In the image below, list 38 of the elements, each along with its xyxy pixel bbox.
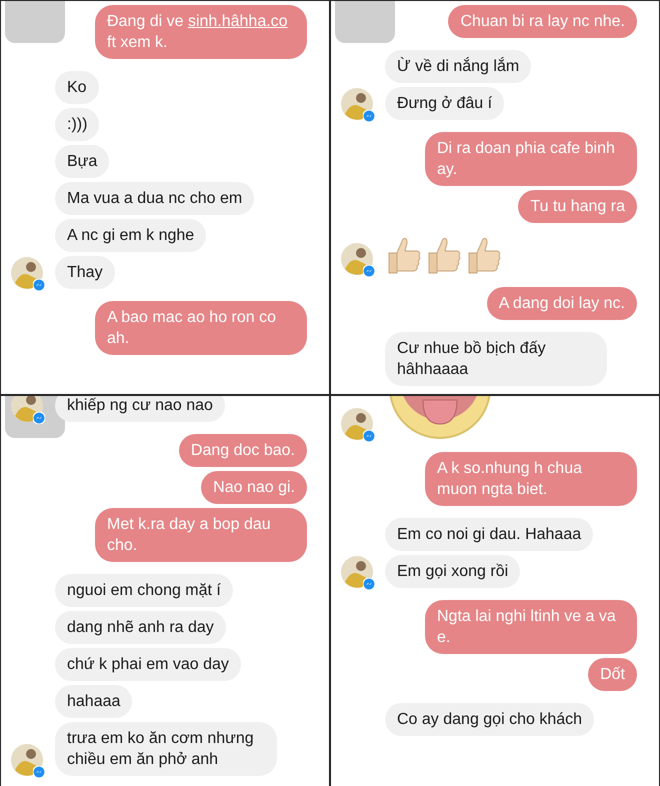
message-bubble: chứ k phai em vao day (55, 648, 241, 681)
message-bubble: Đưng ở đâu í (385, 87, 504, 120)
message-bubble: Dang doc bao. (178, 434, 307, 467)
message-bubble: Bựa (55, 145, 110, 178)
message-bubble: Ma vua a dua nc cho em (55, 182, 254, 215)
message-bubble: Thay (55, 256, 115, 289)
message-bubble: nguoi em chong mặt í (55, 574, 233, 607)
messenger-badge-icon (33, 412, 45, 424)
message-bubble: Tu tu hang ra (518, 190, 637, 223)
message-bubble: Đang di ve sinh.hâhha.co ft xem k. (95, 5, 307, 59)
message-bubble: Em co noi gi dau. Hahaaa (385, 518, 594, 551)
message-bubble: Dốt (588, 658, 637, 691)
message-bubble: Em gọi xong rồi (385, 555, 520, 588)
messenger-badge-icon (363, 265, 375, 277)
message-bubble: Cư nhue bồ bịch đấy hâhhaaaa (385, 332, 607, 386)
messenger-badge-icon (363, 430, 375, 442)
message-bubble: Ừ về di nắng lắm (385, 50, 532, 83)
messenger-badge-icon (363, 578, 375, 590)
messenger-badge-icon (33, 279, 45, 291)
message-bubble: Co ay dang gọi cho khách (385, 703, 594, 736)
message-bubble: hahaaa (55, 685, 132, 718)
message-bubble: Ko (55, 71, 99, 104)
message-bubble: dang nhẽ anh ra day (55, 611, 226, 644)
message-bubble: A bao mac ao ho ron co ah. (95, 301, 307, 355)
message-bubble: Ngta lai nghi ltinh ve a va e. (425, 600, 637, 654)
message-bubble: Chuan bi ra lay nc nhe. (448, 5, 637, 38)
message-bubble: khiếp ng cư nao nao (55, 396, 225, 422)
message-bubble: A dang doi lay nc. (486, 287, 637, 320)
messenger-badge-icon (363, 110, 375, 122)
message-bubble: :))) (55, 108, 100, 141)
message-link[interactable]: sinh.hâhha.co (188, 13, 288, 30)
message-bubble: Nao nao gi. (201, 471, 307, 504)
message-bubble: A k so.nhung h chua muon ngta biet. (425, 452, 637, 506)
message-bubble: A nc gi em k nghe (55, 219, 206, 252)
messenger-badge-icon (33, 766, 45, 778)
message-bubble: Met k.ra day a bop dau cho. (95, 508, 307, 562)
message-bubble: trưa em ko ăn cơm nhưng chiều em ăn phở anh (55, 722, 277, 776)
message-bubble: Di ra doan phia cafe binh ay. (425, 132, 637, 186)
